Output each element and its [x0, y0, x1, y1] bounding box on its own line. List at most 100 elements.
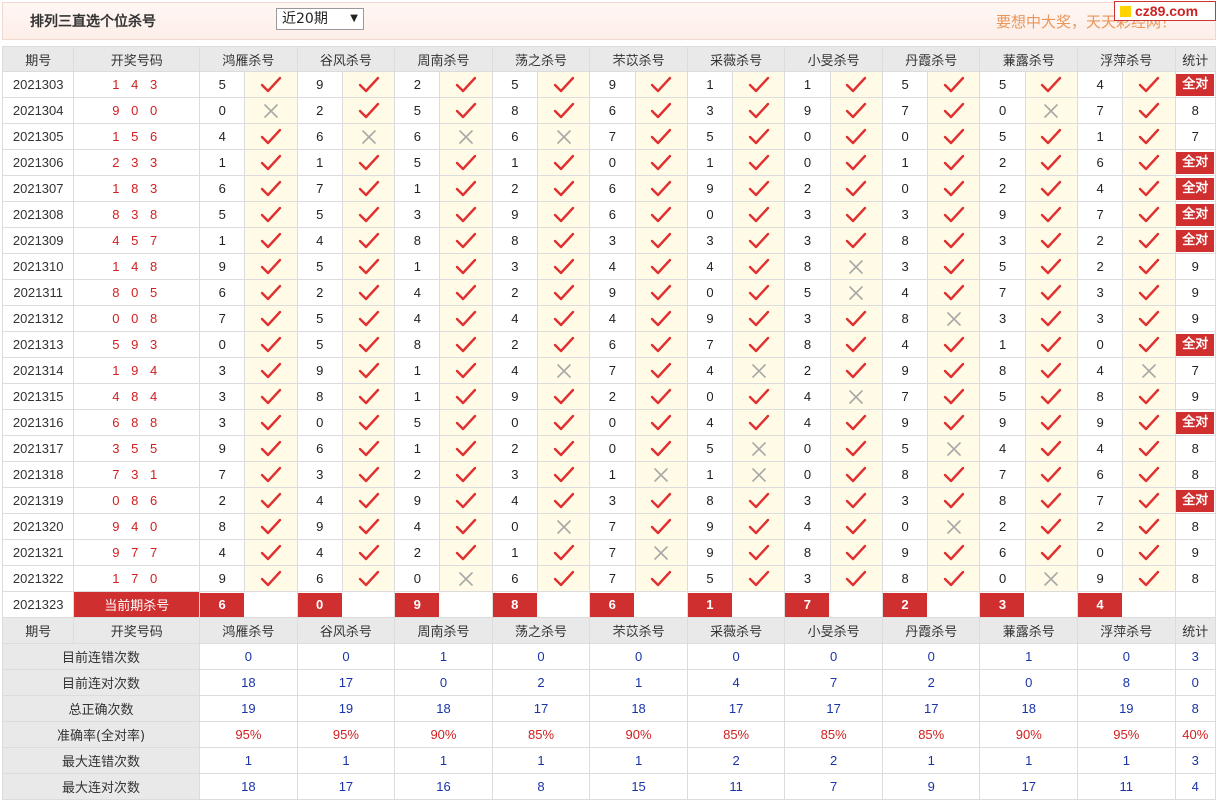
stat-cell: 9: [1175, 384, 1216, 410]
summary-value: 18: [200, 670, 298, 696]
issue-cell: 2021305: [2, 124, 75, 150]
kill-result-cell: [440, 384, 493, 410]
check-icon: [650, 128, 672, 144]
check-icon: [260, 544, 282, 560]
kill-result-cell: [1025, 72, 1079, 98]
kill-number-cell: 3: [882, 254, 929, 280]
kill-number-cell: 9: [492, 202, 538, 228]
summary-stat-value: 0: [1175, 670, 1216, 696]
kill-result-cell: [440, 358, 493, 384]
kill-number-cell: 4: [395, 306, 441, 332]
check-icon: [943, 128, 965, 144]
kill-result-cell: [830, 124, 883, 150]
kill-number-cell: 5: [200, 72, 246, 98]
kill-number-cell: 3: [785, 202, 831, 228]
kill-number-cell: 5: [785, 280, 831, 306]
check-icon: [553, 440, 574, 456]
kill-result-cell: [342, 254, 396, 280]
kill-result-cell: [733, 306, 786, 332]
check-icon: [748, 570, 769, 586]
kill-result-cell: [928, 332, 981, 358]
kill-result-cell: [635, 98, 688, 124]
kill-result-cell: [733, 176, 786, 202]
check-icon: [1138, 388, 1160, 404]
draw-number-cell: 1 5 6: [74, 124, 201, 150]
check-icon: [455, 466, 477, 482]
summary-value: 11: [1078, 774, 1176, 800]
kill-result-cell: [245, 306, 298, 332]
kill-number-cell: 8: [882, 462, 929, 488]
kill-number-cell: 3: [200, 410, 246, 436]
kill-number-cell: 7: [687, 332, 734, 358]
kill-result-cell: [440, 306, 493, 332]
kill-result-cell: [928, 202, 981, 228]
kill-result-cell: [440, 514, 493, 540]
kill-result-cell: [342, 306, 396, 332]
stat-value: 9: [1191, 285, 1199, 300]
kill-number-cell: 0: [590, 150, 636, 176]
kill-result-cell: [245, 566, 298, 592]
issue-cell: 2021312: [2, 306, 75, 332]
check-icon: [846, 336, 867, 352]
kill-number-cell: 7: [882, 98, 929, 124]
check-icon: [846, 232, 867, 248]
kill-result-cell: [245, 228, 298, 254]
kill-result-cell: [928, 540, 981, 566]
kill-result-cell: [245, 254, 298, 280]
stat-cell: [1175, 592, 1216, 618]
kill-result-cell: [538, 358, 591, 384]
kill-number-cell: 4: [297, 540, 343, 566]
table-row: 2021303 1 4 3 5 9 2 5 9 1 1 5 5 4 全对: [2, 72, 1216, 98]
kill-result-cell: [830, 150, 883, 176]
kill-result-cell: [1123, 176, 1176, 202]
kill-result-cell: [733, 358, 786, 384]
table-row: 2021314 1 9 43 9 1 4 7 4 2 9 8 4 7: [2, 358, 1216, 384]
kill-result-cell: [1123, 254, 1176, 280]
kill-number-cell: 3: [882, 488, 929, 514]
check-icon: [748, 154, 769, 170]
kill-result-cell: [733, 436, 786, 462]
kill-number-cell: 1: [492, 150, 538, 176]
kill-number-cell: 1: [200, 150, 246, 176]
period-select-value: 近20期: [282, 11, 328, 27]
summary-stat-value: 8: [1175, 696, 1216, 722]
current-kill-badge: 6: [200, 592, 245, 617]
kill-result-cell: [342, 488, 396, 514]
kill-number-cell: 3: [492, 462, 538, 488]
check-icon: [358, 154, 379, 170]
site-badge[interactable]: cz89.com: [1114, 1, 1216, 21]
kill-result-cell: [440, 280, 493, 306]
site-logo-icon: [1120, 6, 1131, 17]
kill-result-cell: [1025, 540, 1079, 566]
check-icon: [650, 180, 672, 196]
check-icon: [1138, 414, 1160, 430]
period-select[interactable]: 近20期 ▼: [276, 8, 364, 30]
table-row: 2021306 2 3 3 1 1 5 1 0 1 0 1 2 6 全对: [2, 150, 1216, 176]
kill-result-cell: [245, 176, 298, 202]
column-header-expert: 鸿雁杀号: [200, 618, 298, 644]
kill-result-cell: [1025, 358, 1079, 384]
kill-number-cell: 1: [687, 150, 734, 176]
check-icon: [650, 310, 672, 326]
summary-value: 0: [687, 644, 786, 670]
summary-value: 1: [492, 748, 591, 774]
kill-number-cell: 8: [980, 358, 1026, 384]
cross-icon: [556, 363, 571, 378]
kill-result-cell: [928, 514, 981, 540]
current-kill-badge: 4: [1078, 592, 1123, 617]
check-icon: [943, 102, 965, 118]
summary-value: 1: [1078, 748, 1176, 774]
check-icon: [358, 336, 379, 352]
column-header-stat: 统计: [1175, 46, 1216, 72]
cross-icon: [849, 285, 864, 300]
check-icon: [650, 154, 672, 170]
chevron-down-icon: ▼: [350, 13, 358, 24]
kill-result-cell: [830, 254, 883, 280]
check-icon: [1041, 284, 1062, 300]
kill-result-cell: [830, 384, 883, 410]
kill-result-cell: [733, 150, 786, 176]
check-icon: [748, 180, 769, 196]
check-icon: [748, 232, 769, 248]
kill-result-cell: [1025, 332, 1079, 358]
kill-result-cell: [1123, 124, 1176, 150]
